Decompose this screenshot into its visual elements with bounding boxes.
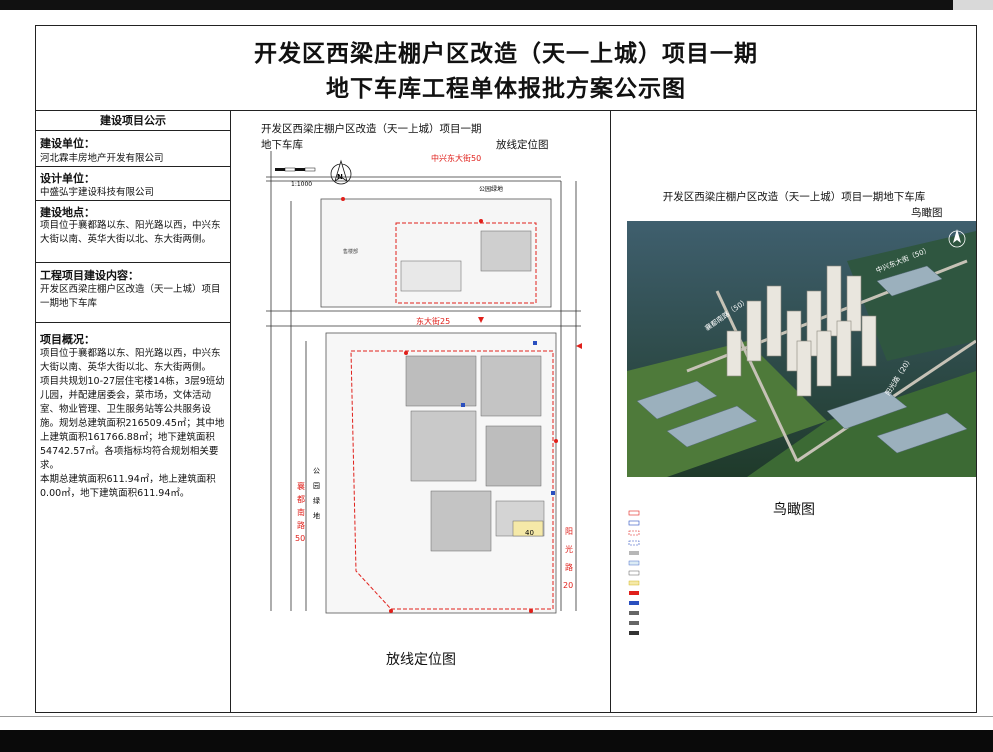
construction-unit-value: 河北霖丰房地产开发有限公司: [40, 153, 164, 164]
construction-unit-label: 建设单位：: [40, 137, 95, 150]
site-value: 项目位于襄都路以东、阳光路以西，中兴东大街以南、英华大街以北、东大街两侧。: [40, 220, 221, 245]
park-west-4: 地: [313, 511, 320, 520]
aerial-panel: 开发区西梁庄棚户区改造（天一上城）项目一期地下车库 鸟瞰图 中兴东大街（50） …: [611, 111, 977, 713]
street-east-2: 光: [565, 544, 573, 554]
overview-label: 项目概况：: [40, 333, 95, 346]
design-unit-label: 设计单位：: [40, 172, 95, 185]
street-west-4: 路: [297, 520, 305, 530]
aerial-title-line2: 鸟瞰图: [911, 207, 943, 219]
page-title-line2: 地下车库工程单体报批方案公示图: [326, 76, 686, 102]
site-label: 建设地点：: [40, 206, 95, 219]
street-west-1: 襄: [297, 481, 305, 491]
scale-bar: 1:1000: [275, 167, 316, 188]
aerial-title-line1: 开发区西梁庄棚户区改造（天一上城）项目一期地下车库: [662, 191, 926, 203]
content-value: 开发区西梁庄棚户区改造（天一上城）项目一期地下车库: [40, 284, 221, 309]
street-east-3: 路: [565, 562, 573, 572]
title-area: 开发区西梁庄棚户区改造（天一上城）项目一期 地下车库工程单体报批方案公示图: [35, 25, 977, 111]
bottom-scan-line: [0, 716, 993, 717]
top-scan-bar: [0, 0, 993, 10]
overview-block: 项目概况： 项目位于襄都路以东、阳光路以西，中兴东大街以南、英华大街以北、东大街…: [35, 323, 231, 501]
legend-block: [628, 510, 640, 635]
park-west-3: 绿: [313, 496, 320, 505]
design-unit-value: 中盛弘宇建设科技有限公司: [40, 187, 155, 198]
content-row: 工程项目建设内容： 开发区西梁庄棚户区改造（天一上城）项目一期地下车库: [35, 263, 231, 323]
site-plan-caption: 放线定位图: [386, 652, 456, 668]
garage-block-1: [405, 355, 477, 407]
park-west-1: 公: [313, 467, 320, 475]
garage-number: 40: [525, 529, 534, 537]
north-park-label: 公园绿地: [479, 185, 503, 193]
aerial-rendering: 中兴东大街（50） 襄都南路（50） 阳光路（20）: [627, 221, 976, 477]
street-north: 中兴东大街50: [431, 153, 481, 163]
overview-p3: 本期总建筑面积611.94㎡，地上建筑面积0.00㎡，地下建筑面积611.94㎡…: [40, 474, 216, 499]
north-building-2: [400, 260, 462, 292]
site-plan-drawing: 1:1000 N 公园绿地 售楼部 40 中兴东大街50 东大街25 襄 都 南…: [266, 151, 582, 614]
project-info-panel: 建设项目公示 建设单位： 河北霖丰房地产开发有限公司 设计单位： 中盛弘宇建设科…: [35, 111, 231, 713]
north-building: [480, 230, 532, 272]
garage-block-5: [430, 490, 492, 552]
street-east-4: 20: [563, 581, 573, 590]
content-label: 工程项目建设内容：: [40, 269, 139, 282]
garage-block-4: [485, 425, 542, 487]
garage-block-2: [480, 355, 542, 417]
park-west-2: 园: [313, 482, 320, 490]
street-east-1: 阳: [565, 527, 573, 536]
north-arrow-icon: N: [330, 159, 352, 185]
bottom-scan-bar: [0, 730, 993, 752]
panel-header: 建设项目公示: [35, 111, 231, 131]
page-title-line1: 开发区西梁庄棚户区改造（天一上城）项目一期: [254, 41, 758, 67]
construction-unit-row: 建设单位： 河北霖丰房地产开发有限公司: [35, 131, 231, 167]
overview-p1: 项目位于襄都路以东、阳光路以西，中兴东大街以南、英华大街以北、东大街两侧。: [40, 348, 221, 373]
street-west-5: 50: [295, 534, 305, 543]
site-row: 建设地点： 项目位于襄都路以东、阳光路以西，中兴东大街以南、英华大街以北、东大街…: [35, 201, 231, 263]
garage-block-3: [410, 410, 477, 482]
street-west-2: 都: [297, 495, 305, 504]
site-plan-panel: 开发区西梁庄棚户区改造（天一上城）项目一期 地下车库 放线定位图 1:1000 …: [231, 111, 611, 713]
street-middle: 东大街25: [416, 316, 450, 326]
legend-symbols: [628, 510, 640, 635]
showroom-label: 售楼部: [343, 248, 358, 255]
overview-p2: 项目共规划10-27层住宅楼14栋，3层9班幼儿园，并配建居委会，菜市场，文体活…: [40, 376, 225, 471]
scan-light-strip: [953, 0, 993, 10]
street-west-3: 南: [297, 507, 305, 517]
scale-text: 1:1000: [291, 181, 312, 188]
design-unit-row: 设计单位： 中盛弘宇建设科技有限公司: [35, 167, 231, 201]
